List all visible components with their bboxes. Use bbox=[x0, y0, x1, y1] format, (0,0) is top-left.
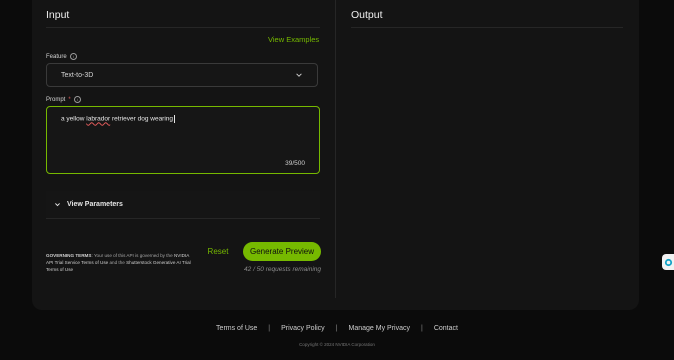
footer-separator: | bbox=[335, 325, 338, 332]
feature-label-row: Feature i bbox=[46, 53, 77, 60]
output-title-divider bbox=[351, 27, 623, 28]
prompt-label-row: Prompt * i bbox=[46, 96, 81, 103]
generate-preview-button[interactable]: Generate Preview bbox=[243, 242, 321, 261]
required-mark: * bbox=[68, 96, 71, 103]
copyright: Copyright © 2024 NVIDIA Corporation bbox=[299, 342, 375, 347]
prompt-label: Prompt bbox=[46, 96, 66, 103]
input-title: Input bbox=[46, 9, 70, 21]
input-title-divider bbox=[46, 27, 320, 28]
footer-link-terms[interactable]: Terms of Use bbox=[216, 325, 257, 332]
info-icon[interactable]: i bbox=[69, 53, 77, 60]
footer-link-privacy[interactable]: Privacy Policy bbox=[281, 325, 325, 332]
prompt-value: a yellow labrador retriever dog wearing bbox=[61, 115, 175, 123]
feature-select[interactable]: Text-to-3D bbox=[46, 63, 318, 87]
footer-link-manage-privacy[interactable]: Manage My Privacy bbox=[349, 325, 410, 332]
feedback-widget[interactable] bbox=[662, 254, 674, 270]
view-parameters-label: View Parameters bbox=[67, 201, 123, 208]
chat-bubble-icon bbox=[664, 258, 672, 266]
feature-select-value: Text-to-3D bbox=[61, 71, 94, 79]
column-divider bbox=[335, 0, 336, 298]
requests-remaining: 42 / 50 requests remaining bbox=[244, 266, 321, 273]
output-title: Output bbox=[351, 9, 383, 21]
view-parameters-toggle[interactable]: View Parameters bbox=[46, 191, 320, 219]
prompt-textarea[interactable]: a yellow labrador retriever dog wearing … bbox=[46, 106, 320, 174]
governing-terms: GOVERNING TERMS: Your use of this API is… bbox=[46, 253, 191, 272]
reset-button[interactable]: Reset bbox=[199, 242, 237, 260]
main-panel: Input View Examples Feature i Text-to-3D… bbox=[32, 0, 639, 310]
chevron-down-icon bbox=[296, 73, 302, 77]
footer-separator: | bbox=[268, 325, 271, 332]
info-icon[interactable]: i bbox=[73, 96, 81, 103]
footer-link-contact[interactable]: Contact bbox=[434, 325, 458, 332]
chevron-down-icon bbox=[55, 203, 60, 207]
character-counter: 39/500 bbox=[285, 160, 305, 167]
feature-label: Feature bbox=[46, 53, 67, 60]
text-caret bbox=[174, 115, 175, 123]
footer-separator: | bbox=[420, 325, 423, 332]
footer-links: Terms of Use | Privacy Policy | Manage M… bbox=[0, 325, 674, 332]
view-examples-link[interactable]: View Examples bbox=[268, 35, 319, 44]
